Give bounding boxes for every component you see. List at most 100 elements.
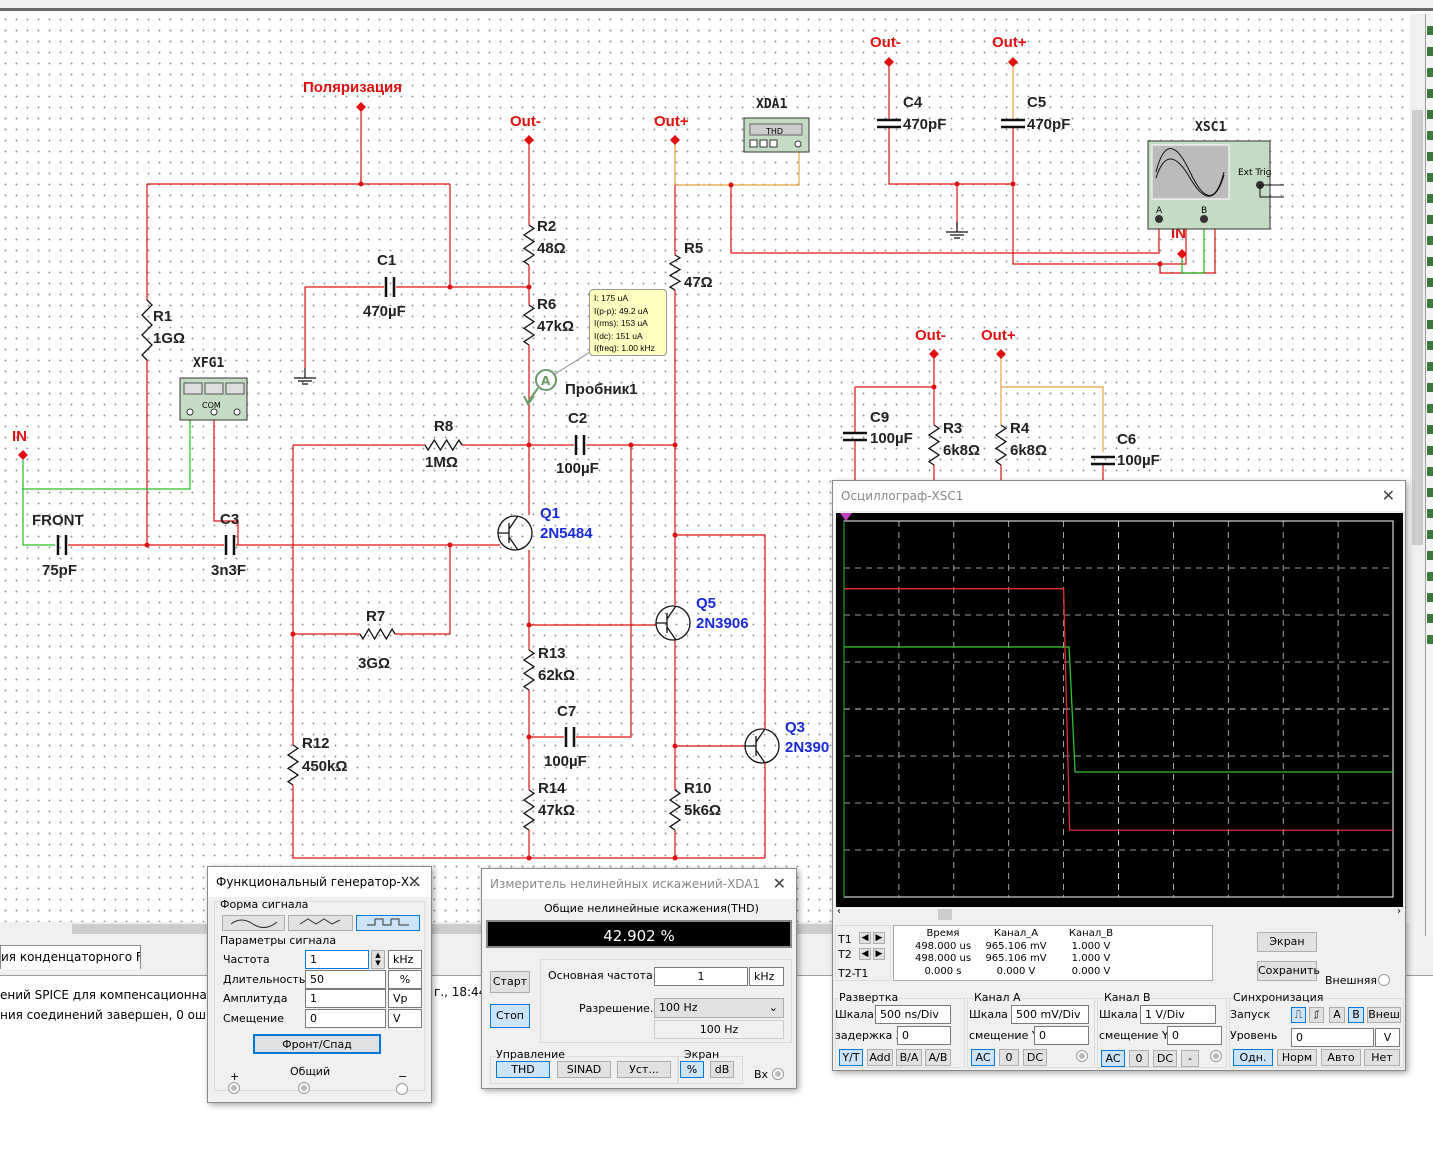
trigger-level-unit[interactable]: V — [1375, 1028, 1400, 1047]
sinad-mode-button[interactable]: SINAD — [557, 1061, 611, 1078]
add-mode-button[interactable]: Add — [867, 1049, 893, 1066]
scrollbar-thumb[interactable] — [1412, 110, 1423, 545]
trigger-source-a[interactable]: A — [1329, 1007, 1345, 1023]
fundamental-frequency-unit[interactable]: kHz — [749, 967, 784, 986]
yt-mode-button[interactable]: Y/T — [839, 1049, 863, 1066]
external-terminal[interactable] — [1378, 974, 1390, 986]
input-terminal[interactable] — [772, 1068, 784, 1080]
label-r10-value: 5k6Ω — [684, 802, 721, 819]
junction — [358, 181, 364, 187]
channel-a-y-position-input[interactable]: 0 — [1034, 1026, 1089, 1045]
t1-right-arrow-icon[interactable]: ▶ — [873, 932, 885, 944]
sine-wave-button[interactable] — [222, 915, 285, 931]
close-icon[interactable]: ✕ — [773, 874, 786, 893]
scrollbar-thumb[interactable] — [938, 909, 952, 920]
title-text: Осциллограф-XSC1 — [841, 489, 964, 503]
channel-b-ac-button[interactable]: AC — [1101, 1050, 1125, 1067]
settings-button[interactable]: Уст... — [617, 1061, 671, 1078]
minus-terminal[interactable] — [396, 1083, 408, 1095]
channel-a-terminal[interactable] — [1076, 1050, 1088, 1062]
label-xsc1: XSC1 — [1195, 120, 1226, 135]
t2-right-arrow-icon[interactable]: ▶ — [873, 948, 885, 960]
channel-a-ac-button[interactable]: AC — [971, 1049, 995, 1066]
frequency-input[interactable]: 1 — [305, 950, 369, 969]
xda1-instrument[interactable]: THD — [743, 117, 810, 153]
label-out-minus-3: Out- — [915, 327, 946, 344]
scroll-left-icon[interactable]: ‹ — [837, 906, 841, 917]
timebase-scale-input[interactable]: 500 ns/Div — [875, 1005, 951, 1024]
tab-document[interactable]: ия конденцаторного FIN * — [0, 945, 141, 969]
thd-mode-button[interactable]: THD — [496, 1061, 550, 1078]
channel-a-scale-input[interactable]: 500 mV/Div — [1011, 1005, 1089, 1024]
label-q3: Q3 — [785, 719, 805, 736]
offset-unit[interactable]: V — [388, 1009, 422, 1028]
vertical-scrollbar[interactable] — [1410, 14, 1425, 936]
amplitude-label: Амплитуда — [223, 992, 288, 1005]
channel-b-zero-button[interactable]: 0 — [1129, 1050, 1149, 1067]
amplitude-unit[interactable]: Vp — [388, 989, 422, 1008]
label-out-minus-2: Out- — [870, 34, 901, 51]
label-r13: R13 — [538, 645, 566, 662]
duty-input[interactable]: 50 — [305, 970, 386, 989]
normal-mode-button[interactable]: Норм — [1277, 1049, 1317, 1066]
probe-reading: I(rms): 153 uA — [594, 318, 648, 328]
channel-b-minus-button[interactable]: - — [1181, 1050, 1199, 1067]
trigger-source-b[interactable]: B — [1348, 1007, 1364, 1023]
resolution-select[interactable]: 100 Hz ⌄ — [654, 998, 784, 1018]
frequency-spinner[interactable]: ▲ ▼ — [371, 950, 385, 969]
channel-b-terminal[interactable] — [1210, 1050, 1222, 1062]
timebase-scale-label: Шкала: — [835, 1008, 878, 1021]
falling-edge-icon[interactable]: ⎎ — [1309, 1007, 1324, 1023]
rising-edge-icon[interactable]: ⎍ — [1291, 1007, 1306, 1023]
label-c9-value: 100µF — [870, 430, 913, 447]
none-mode-button[interactable]: Нет — [1364, 1049, 1400, 1066]
instruments-toolbar[interactable] — [1425, 14, 1433, 974]
ba-mode-button[interactable]: B/A — [896, 1049, 922, 1066]
x-position-input[interactable]: 0 — [897, 1026, 951, 1045]
auto-mode-button[interactable]: Авто — [1321, 1049, 1361, 1066]
stop-button[interactable]: Стоп — [490, 1004, 530, 1028]
wire — [675, 534, 766, 730]
fundamental-frequency-label: Основная частота. — [548, 969, 657, 982]
oscilloscope-screen[interactable] — [836, 513, 1403, 907]
offset-input[interactable]: 0 — [305, 1009, 386, 1028]
channel-b-dc-button[interactable]: DC — [1153, 1050, 1177, 1067]
xsc1-instrument[interactable]: Ext Trig A B — [1147, 140, 1284, 230]
save-button[interactable]: Сохранить — [1257, 961, 1320, 981]
channel-b-scale-input[interactable]: 1 V/Div — [1140, 1005, 1216, 1024]
screen-scrollbar[interactable]: ‹ › — [836, 906, 1403, 921]
input-label: Вх — [754, 1068, 769, 1081]
channel-a-y-position-label: смещение Y — [969, 1029, 1039, 1042]
close-icon[interactable]: ✕ — [408, 872, 421, 891]
channel-b-y-position-input[interactable]: 0 — [1167, 1026, 1222, 1045]
ab-mode-button[interactable]: A/B — [925, 1049, 951, 1066]
common-terminal[interactable] — [298, 1082, 310, 1094]
close-icon[interactable]: ✕ — [1382, 486, 1395, 505]
ground-icon — [294, 368, 316, 385]
t2-left-arrow-icon[interactable]: ◀ — [859, 948, 871, 960]
triangle-wave-button[interactable] — [288, 915, 353, 931]
start-button[interactable]: Старт — [490, 971, 530, 993]
junction — [447, 284, 453, 290]
trigger-source-external[interactable]: Внеш — [1367, 1007, 1401, 1023]
db-button[interactable]: dB — [710, 1061, 734, 1078]
single-mode-button[interactable]: Одн. — [1233, 1049, 1273, 1066]
trigger-level-input[interactable]: 0 — [1291, 1028, 1374, 1047]
capacitor — [224, 535, 236, 555]
square-wave-button[interactable] — [356, 915, 420, 931]
frequency-unit[interactable]: kHz — [388, 950, 422, 969]
percent-button[interactable]: % — [680, 1061, 704, 1078]
label-r12-value: 450kΩ — [302, 758, 347, 775]
plus-terminal[interactable] — [228, 1082, 240, 1094]
scroll-right-icon[interactable]: › — [1397, 906, 1401, 917]
rise-fall-button[interactable]: Фронт/Спад — [253, 1034, 381, 1054]
channel-a-dc-button[interactable]: DC — [1023, 1049, 1047, 1066]
reverse-button[interactable]: Экран — [1257, 932, 1317, 952]
amplitude-input[interactable]: 1 — [305, 989, 386, 1008]
t1-left-arrow-icon[interactable]: ◀ — [859, 932, 871, 944]
capacitor — [56, 535, 68, 555]
window-title: Функциональный генератор-X... ✕ — [208, 867, 431, 897]
xfg1-instrument[interactable]: COM — [179, 377, 248, 421]
channel-a-zero-button[interactable]: 0 — [999, 1049, 1019, 1066]
fundamental-frequency-input[interactable]: 1 — [654, 967, 748, 986]
